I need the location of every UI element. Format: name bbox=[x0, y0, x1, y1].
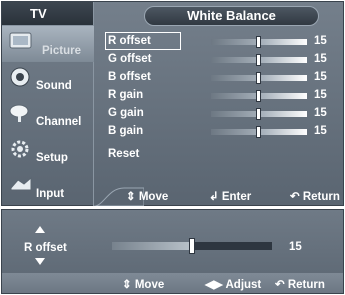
level-bar bbox=[211, 108, 307, 120]
sidebar-item-label: Picture bbox=[42, 45, 81, 57]
return-label: Return bbox=[302, 191, 340, 203]
sidebar-item-label: Input bbox=[36, 188, 65, 200]
level-bar bbox=[211, 72, 307, 84]
setting-row-reset[interactable]: Reset bbox=[106, 147, 341, 163]
level-thumb bbox=[256, 126, 261, 138]
sidebar-item-label: Setup bbox=[36, 152, 68, 164]
setting-label: B offset bbox=[108, 71, 151, 83]
adjust-value: 15 bbox=[289, 241, 302, 253]
setting-label: B gain bbox=[108, 125, 144, 137]
leftright-arrows-icon: ◀▶ bbox=[205, 279, 223, 291]
sidebar-item-label: Sound bbox=[36, 80, 72, 92]
menu-title: TV bbox=[30, 6, 47, 21]
sidebar-item-picture[interactable]: Picture bbox=[2, 26, 94, 62]
move-hint: ⇕ Move bbox=[122, 277, 164, 291]
setting-value: 15 bbox=[314, 107, 327, 119]
return-hint: ↶ Return bbox=[275, 277, 325, 291]
level-thumb bbox=[256, 108, 261, 120]
adjust-label: R offset bbox=[24, 242, 67, 254]
return-label: Return bbox=[287, 279, 325, 291]
adjust-hint-label: Adjust bbox=[225, 279, 262, 291]
menu-header: TV bbox=[2, 2, 94, 26]
setting-label: R offset bbox=[108, 35, 151, 47]
level-thumb bbox=[256, 36, 261, 48]
sidebar-item-label: Channel bbox=[36, 116, 82, 128]
setup-icon bbox=[8, 138, 34, 160]
down-arrow-icon bbox=[35, 258, 45, 265]
input-icon bbox=[8, 174, 34, 196]
adjust-hint: ◀▶ Adjust bbox=[205, 277, 261, 291]
setting-value: 15 bbox=[314, 89, 327, 101]
adjust-panel: R offset 15 ⇕ Move ◀▶ Adjust ↶ Return bbox=[1, 209, 344, 294]
sidebar-item-input[interactable]: Input bbox=[2, 170, 94, 206]
level-bar bbox=[211, 126, 307, 138]
adjust-slider-thumb[interactable] bbox=[189, 238, 195, 254]
level-thumb bbox=[256, 72, 261, 84]
enter-label: Enter bbox=[221, 191, 252, 203]
adjust-footer: ⇕ Move ◀▶ Adjust ↶ Return bbox=[2, 273, 343, 293]
setting-value: 15 bbox=[314, 71, 327, 83]
adjust-slider[interactable] bbox=[112, 238, 272, 254]
updown-arrows-icon: ⇕ bbox=[122, 279, 132, 291]
level-thumb bbox=[256, 90, 261, 102]
setting-label: R gain bbox=[108, 89, 144, 101]
level-bar bbox=[211, 90, 307, 102]
setting-value: 15 bbox=[314, 35, 327, 47]
setting-row-b-gain[interactable]: B gain 15 bbox=[106, 124, 341, 140]
setting-row-r-gain[interactable]: R gain 15 bbox=[106, 88, 341, 104]
setting-row-b-offset[interactable]: B offset 15 bbox=[106, 70, 341, 86]
sidebar-item-sound[interactable]: Sound bbox=[2, 62, 94, 98]
sidebar-item-setup[interactable]: Setup bbox=[2, 134, 94, 170]
sidebar-item-channel[interactable]: Channel bbox=[2, 98, 94, 134]
setting-row-g-gain[interactable]: G gain 15 bbox=[106, 106, 341, 122]
picture-icon bbox=[8, 30, 34, 52]
setting-label: G offset bbox=[108, 53, 152, 65]
level-thumb bbox=[256, 54, 261, 66]
move-label: Move bbox=[138, 191, 169, 203]
setting-row-g-offset[interactable]: G offset 15 bbox=[106, 52, 341, 68]
setting-label: Reset bbox=[108, 148, 140, 160]
setting-value: 15 bbox=[314, 125, 327, 137]
return-icon: ↶ bbox=[290, 191, 300, 203]
channel-icon bbox=[8, 102, 34, 124]
level-bar bbox=[211, 36, 307, 48]
enter-hint: ↲ Enter bbox=[209, 189, 251, 203]
panel-title: White Balance bbox=[144, 6, 319, 26]
sound-icon bbox=[8, 66, 34, 88]
return-hint: ↶ Return bbox=[290, 189, 340, 203]
up-arrow-icon bbox=[35, 226, 45, 233]
osd-menu-panel: TV Picture Sound Channel Setup Input Whi… bbox=[1, 1, 344, 206]
sidebar: Picture Sound Channel Setup Input bbox=[2, 26, 94, 206]
move-label: Move bbox=[134, 279, 165, 291]
level-bar bbox=[211, 54, 307, 66]
enter-icon: ↲ bbox=[209, 191, 219, 203]
menu-footer: ⇕ Move ↲ Enter ↶ Return bbox=[94, 186, 344, 206]
return-icon: ↶ bbox=[275, 279, 285, 291]
move-hint: ⇕ Move bbox=[126, 189, 168, 203]
updown-arrows-icon: ⇕ bbox=[126, 191, 136, 203]
setting-value: 15 bbox=[314, 53, 327, 65]
setting-label: G gain bbox=[108, 107, 144, 119]
setting-row-r-offset[interactable]: R offset 15 bbox=[105, 32, 341, 50]
